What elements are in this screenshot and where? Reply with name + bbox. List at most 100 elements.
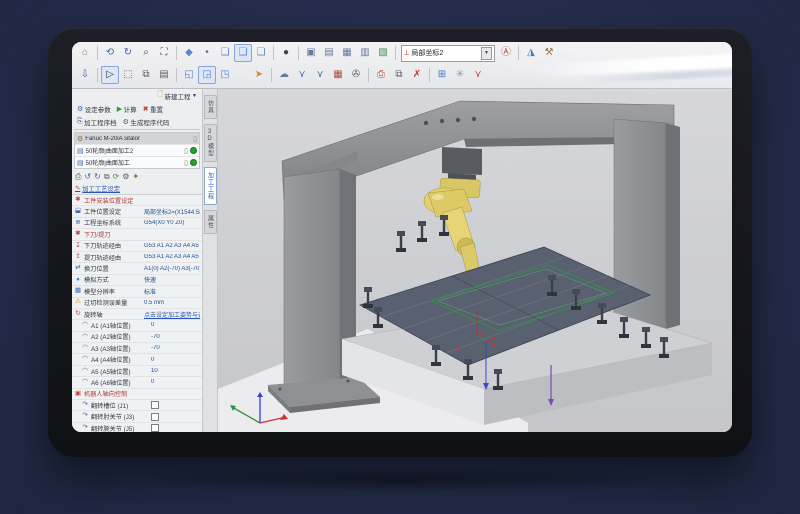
shaded-sphere-icon[interactable]: ● [277,44,295,62]
pick-cursor-icon[interactable]: ➤ [250,66,268,84]
report-icon[interactable]: Ⓐ [497,44,515,62]
cell-icon[interactable]: ▧ [374,44,392,62]
property-value[interactable]: 0 [151,379,200,385]
machine-row[interactable]: ⚙ Fanuc M-20iA sitalor ▯ [75,133,199,144]
property-row-15[interactable]: ◠A4 (A4轴位置)0 [72,354,202,365]
cloud-mesh-icon[interactable]: ☁ [275,66,293,84]
fixture-icon[interactable]: ▦ [338,44,356,62]
property-value[interactable]: G53 A1 A2 A3 A4 A5 A [144,254,200,260]
import-icon[interactable]: ⇩ [76,66,94,84]
undo-icon[interactable]: ↺ [84,172,91,181]
panel-tab-4[interactable]: 属性 [204,210,217,234]
process-settings-link[interactable]: ✎ 加工工艺设定 [72,183,202,194]
property-row-6[interactable]: ↥提刀轨迹经由G53 A1 A2 A3 A4 A5 A [72,252,202,263]
property-value[interactable]: G53 A1 A2 A3 A4 A5 A [144,243,200,249]
new-project-button[interactable]: 🗋 新建工程 ▼ [155,90,199,101]
marquee-select-icon[interactable]: ⬚ [119,66,137,84]
property-row-9[interactable]: ▦模型分辨率标准 [72,286,202,297]
panel-tab-1[interactable]: 仿真 [204,95,217,119]
surface-patch-icon[interactable]: ❏ [216,44,234,62]
panel-tab-3[interactable]: 加工工程 [204,167,217,205]
point-icon[interactable]: • [198,44,216,62]
orbit-view-icon[interactable]: ⟲ [101,44,119,62]
property-section-4[interactable]: ✱下刀/提刀 [72,229,202,240]
export-report-icon[interactable]: ⎙ [372,66,390,84]
simulate-panel-icon[interactable]: ▦ [329,66,347,84]
gem-icon[interactable]: ◆ [180,44,198,62]
surface-patch-active-icon[interactable]: ❏ [234,44,252,62]
property-row-10[interactable]: ⚠过切检测误差量0.5 mm [72,298,202,309]
property-value[interactable]: A1(0) A2(-70) A3(-70) [144,266,200,272]
export-cancel-icon[interactable]: ✗ [408,66,426,84]
property-row-21[interactable]: ↷翻转腕关节 (J5) [72,423,202,432]
redo-icon[interactable]: ↻ [94,172,101,181]
property-section-1[interactable]: ✱工件安装位置设定 [72,195,202,206]
table-setup-icon[interactable]: ▤ [320,44,338,62]
rotate-view-icon[interactable]: ↻ [119,44,137,62]
property-row-11[interactable]: ↻旋转轴点击设定加工姿势与调整 [72,309,202,320]
property-checkbox[interactable] [151,424,159,432]
property-value[interactable]: 标准 [144,287,200,296]
viewport-3d[interactable] [218,89,732,432]
property-row-8[interactable]: ●模拟方式快速 [72,275,202,286]
property-row-16[interactable]: ◠A5 (A5轴位置)10 [72,366,202,377]
property-row-3[interactable]: ⊕工程坐标系统G54(X0 Y0 Z0) [72,218,202,229]
spark-icon[interactable]: ✳ [451,66,469,84]
display-mode-icon[interactable]: ⊞ [433,66,451,84]
process-doc-icon[interactable]: ◱ [180,66,198,84]
zoom-icon[interactable]: ⌕ [137,44,155,62]
property-row-20[interactable]: ↷翻转肘关节 (J3) [72,411,202,422]
property-checkbox[interactable] [151,413,159,421]
filter-icon[interactable]: ⋎ [293,66,311,84]
copy-icon[interactable]: ⧉ [137,66,155,84]
job-item-2[interactable]: ▤50轮廓|曲面加工▯ [75,156,199,168]
stock-icon[interactable]: ▣ [302,44,320,62]
select-cursor-icon[interactable]: ▷ [101,66,119,84]
property-value[interactable]: G54(X0 Y0 Z0) [144,220,200,226]
fit-view-icon[interactable]: ⛶ [155,44,173,62]
property-value[interactable]: 0 [151,357,200,363]
grab-tool-icon[interactable]: ✇ [347,66,365,84]
property-checkbox[interactable] [151,401,159,409]
property-section-18[interactable]: ▣机器人轴向控制 [72,389,202,400]
open-model-icon[interactable]: ⌂ [76,44,94,62]
red-filter-icon[interactable]: ⋎ [469,66,487,84]
property-row-5[interactable]: ↧下刀轨迹经由G53 A1 A2 A3 A4 A5 A [72,241,202,252]
property-row-13[interactable]: ◠A2 (A2轴位置)-70 [72,332,202,343]
coordinate-system-combo[interactable]: ⟂局部坐标2▼ [401,45,495,62]
surface-patch2-icon[interactable]: ❏ [252,44,270,62]
property-link[interactable]: 点击设定加工姿势与调整 [144,310,200,319]
property-value[interactable]: 0.5 mm [144,300,200,306]
save-icon[interactable]: ⎙ [75,172,81,182]
property-value[interactable]: 局部坐标2=(X1544.582 [144,207,200,216]
process-doc-active-icon[interactable]: ◲ [198,66,216,84]
nc-file-button[interactable]: ⎘ 加工程序档 [75,117,119,127]
export-copy-icon[interactable]: ⧉ [390,66,408,84]
property-row-2[interactable]: ⬓工件位置设定局部坐标2=(X1544.582 [72,206,202,217]
library-icon[interactable]: ▤ [155,66,173,84]
filter2-icon[interactable]: ⋎ [311,66,329,84]
property-row-17[interactable]: ◠A6 (A6轴位置)0 [72,377,202,388]
process-doc2-icon[interactable]: ◳ [216,66,234,84]
property-value[interactable]: -70 [151,345,200,351]
panel-tab-2[interactable]: 3D模型 [204,124,217,162]
refresh-icon[interactable]: ⟳ [113,172,120,181]
machine-icon[interactable]: ▥ [356,44,374,62]
property-value[interactable]: 10 [151,368,200,374]
copy-op-icon[interactable]: ⧉ [104,172,110,182]
reset-button[interactable]: ✖ 重置 [141,104,165,114]
property-value[interactable]: 快速 [144,275,200,284]
property-row-14[interactable]: ◠A3 (A3轴位置)-70 [72,343,202,354]
analysis-icon[interactable]: ◮ [522,44,540,62]
property-row-19[interactable]: ↷翻转槽位 (J1) [72,400,202,411]
property-value[interactable]: 0 [151,322,200,328]
combo-dropdown-arrow[interactable]: ▼ [481,47,492,60]
property-row-7[interactable]: ⇄换刀位置A1(0) A2(-70) A3(-70) [72,263,202,274]
help-icon[interactable]: ✦ [132,172,139,181]
property-value[interactable]: -70 [151,334,200,340]
property-row-12[interactable]: ◠A1 (A1轴位置)0 [72,320,202,331]
toolpath-icon[interactable]: ⚒ [540,44,558,62]
generate-code-button[interactable]: ⚙ 生成程序代码 [121,117,172,127]
set-params-button[interactable]: ⚙ 设定参数 [75,104,113,114]
settings-icon[interactable]: ⚙ [122,172,129,181]
